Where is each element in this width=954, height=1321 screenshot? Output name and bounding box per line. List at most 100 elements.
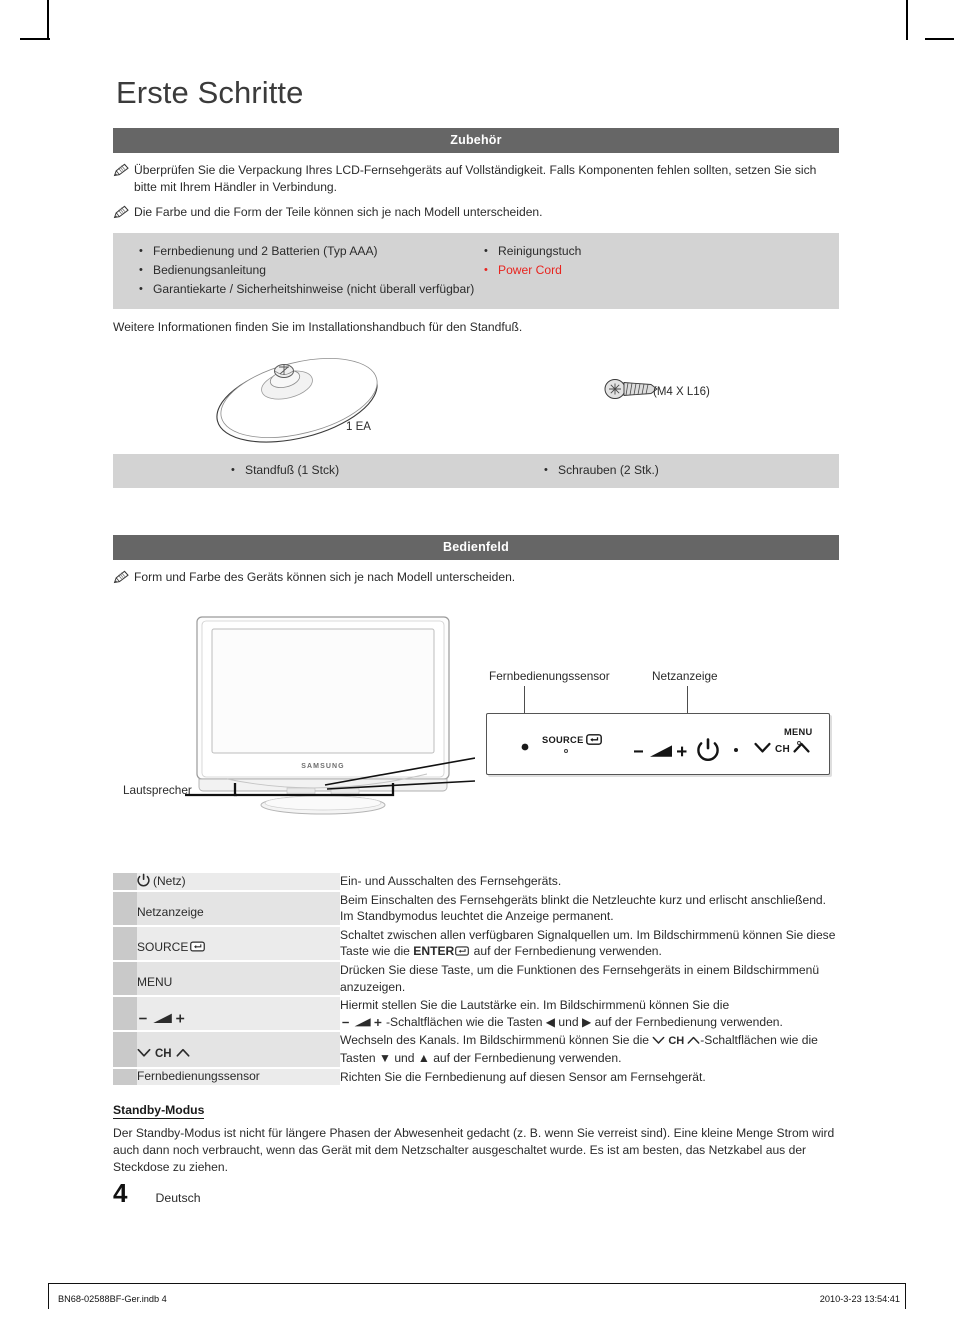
table-row: Netzanzeige Beim Einschalten des Fernseh… bbox=[113, 891, 839, 925]
page-footer: 4 Deutsch bbox=[113, 1178, 201, 1209]
table-desc: Beim Einschalten des Fernsehgeräts blink… bbox=[340, 892, 827, 924]
table-key-label: CH bbox=[155, 1048, 172, 1061]
power-icon bbox=[137, 873, 150, 887]
section-header-zubehoer: Zubehör bbox=[113, 128, 839, 153]
list-item-label: Standfuß (1 Stck) bbox=[245, 462, 340, 477]
parts-list-box: • Standfuß (1 Stck) • Schrauben (2 Stk.) bbox=[113, 453, 839, 488]
section-header-bedienfeld: Bedienfeld bbox=[113, 534, 839, 560]
row-strip bbox=[113, 961, 137, 996]
print-timestamp: 2010-3-23 13:54:41 bbox=[819, 1294, 900, 1304]
screw-spec-label: (M4 X L16) bbox=[653, 385, 710, 398]
tv-illustration: SAMSUNG bbox=[185, 616, 475, 815]
bullet-icon: • bbox=[139, 282, 143, 295]
volume-control-icon[interactable] bbox=[634, 743, 688, 760]
pencil-note-icon bbox=[113, 570, 134, 584]
channel-down-icon bbox=[137, 1049, 151, 1057]
volume-icon bbox=[342, 1018, 382, 1027]
menu-button-ring-icon[interactable] bbox=[797, 741, 801, 745]
table-key-source: SOURCE bbox=[137, 926, 340, 960]
row-strip bbox=[113, 1068, 137, 1086]
standby-heading: Standby-Modus bbox=[113, 1103, 205, 1120]
enter-icon bbox=[586, 734, 602, 745]
list-item-label: Bedienungsanleitung bbox=[153, 262, 266, 277]
list-item: • Fernbedienung und 2 Batterien (Typ AAA… bbox=[139, 242, 476, 261]
print-tick-right bbox=[905, 1283, 906, 1309]
list-item-label: Schrauben (2 Stk.) bbox=[558, 462, 659, 477]
table-row: Fernbedienungssensor Richten Sie die Fer… bbox=[113, 1068, 839, 1086]
list-item: • Schrauben (2 Stk.) bbox=[544, 461, 839, 480]
table-key-label: SOURCE bbox=[137, 939, 189, 954]
accessories-footnote: Weitere Informationen finden Sie im Inst… bbox=[113, 319, 523, 334]
table-key-power-indicator: Netzanzeige bbox=[137, 891, 340, 925]
table-key-label: (Netz) bbox=[153, 874, 186, 888]
desc-bold-enter: ENTER bbox=[413, 944, 455, 959]
list-item-label: Garantiekarte / Sicherheitshinweise (nic… bbox=[153, 281, 475, 296]
crop-mark-top-left-v bbox=[47, 0, 49, 40]
enter-icon bbox=[190, 941, 206, 952]
print-rule bbox=[48, 1283, 906, 1284]
bullet-icon: • bbox=[139, 263, 143, 276]
stand-quantity-label: 1 EA bbox=[346, 420, 371, 433]
table-key-remote-sensor: Fernbedienungssensor bbox=[137, 1068, 340, 1086]
table-row: (Netz) Ein- und Ausschalten des Fernsehg… bbox=[113, 873, 839, 890]
leader-line-sensor bbox=[524, 686, 526, 714]
desc-channel-label: CH bbox=[668, 1035, 685, 1048]
stand-base-illustration bbox=[216, 357, 378, 443]
note-text: Form und Farbe des Geräts können sich je… bbox=[134, 569, 516, 584]
page-title: Erste Schritte bbox=[116, 75, 304, 110]
desc-part-2: -Schaltflächen wie die Tasten ◀ und ▶ au… bbox=[386, 1014, 783, 1029]
note-text: Überprüfen Sie die Verpackung Ihres LCD-… bbox=[134, 163, 817, 194]
pencil-note-icon bbox=[113, 205, 134, 219]
accessories-list-box: • Fernbedienung und 2 Batterien (Typ AAA… bbox=[113, 232, 839, 309]
row-strip bbox=[113, 1032, 137, 1067]
list-item: • Bedienungsanleitung bbox=[139, 261, 476, 280]
function-table: (Netz) Ein- und Ausschalten des Fernsehg… bbox=[113, 873, 839, 1086]
table-row: MENU Drücken Sie diese Taste, um die Fun… bbox=[113, 961, 839, 996]
note-row: Überprüfen Sie die Verpackung Ihres LCD-… bbox=[113, 162, 839, 195]
power-icon[interactable] bbox=[696, 737, 720, 763]
accessories-column-right: • Reinigungstuch • Power Cord bbox=[476, 242, 839, 299]
channel-down-icon[interactable] bbox=[754, 742, 771, 754]
page-number: 4 bbox=[113, 1178, 128, 1208]
channel-down-icon bbox=[652, 1037, 665, 1045]
page-content: Erste Schritte Zubehör Überprüfen Sie di… bbox=[113, 75, 839, 1176]
list-item-label: Power Cord bbox=[498, 262, 562, 277]
remote-sensor-dot-icon bbox=[521, 743, 529, 751]
print-tick-left bbox=[48, 1283, 49, 1309]
standby-heading-wrap: Standby-Modus bbox=[113, 1085, 839, 1120]
table-desc: Ein- und Ausschalten des Fernsehgeräts. bbox=[340, 874, 562, 888]
volume-icon bbox=[139, 1013, 185, 1024]
power-indicator-dot-icon bbox=[734, 748, 738, 752]
table-key-channel: CH bbox=[137, 1032, 340, 1067]
list-item: • Reinigungstuch bbox=[484, 242, 839, 261]
bullet-icon: • bbox=[484, 244, 488, 257]
channel-up-icon[interactable] bbox=[793, 742, 810, 754]
row-strip bbox=[113, 926, 137, 960]
list-item: • Garantiekarte / Sicherheitshinweise (n… bbox=[139, 280, 476, 299]
bullet-icon: • bbox=[544, 463, 548, 476]
print-file-name: BN68-02588BF-Ger.indb 4 bbox=[58, 1294, 167, 1304]
svg-text:SAMSUNG: SAMSUNG bbox=[301, 763, 344, 770]
table-desc: Schaltet zwischen allen verfügbaren Sign… bbox=[340, 927, 839, 960]
note-row: Die Farbe und die Form der Teile können … bbox=[113, 204, 839, 221]
source-button-ring-icon[interactable] bbox=[564, 749, 568, 753]
enter-icon bbox=[455, 946, 470, 957]
row-strip bbox=[113, 997, 137, 1031]
channel-up-icon bbox=[687, 1037, 700, 1045]
row-strip bbox=[113, 891, 137, 925]
desc-part-1: Hiermit stellen Sie die Lautstärke ein. … bbox=[340, 998, 730, 1013]
list-item-highlighted: • Power Cord bbox=[484, 261, 839, 280]
table-key-menu: MENU bbox=[137, 961, 340, 996]
table-key-volume bbox=[137, 997, 340, 1031]
bullet-icon: • bbox=[139, 244, 143, 257]
callout-remote-sensor: Fernbedienungssensor bbox=[489, 669, 610, 683]
panel-label-source[interactable]: SOURCE bbox=[542, 735, 584, 745]
bullet-icon: • bbox=[231, 463, 235, 476]
crop-mark-top-right-v bbox=[906, 0, 908, 40]
page-language: Deutsch bbox=[155, 1191, 201, 1205]
list-item: • Standfuß (1 Stck) bbox=[231, 461, 476, 480]
bullet-icon: • bbox=[484, 263, 488, 276]
panel-label-menu[interactable]: MENU bbox=[784, 727, 813, 737]
desc-part-1: Wechseln des Kanals. Im Bildschirmmenü k… bbox=[340, 1033, 653, 1048]
parts-illustration: 1 EA (M4 X L16) bbox=[113, 349, 839, 454]
